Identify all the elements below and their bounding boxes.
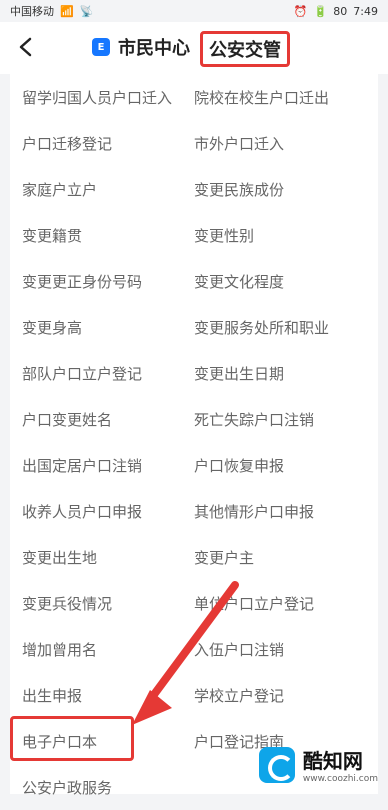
list-item[interactable]: 变更身高 xyxy=(10,304,194,350)
list-item[interactable]: 收养人员户口申报 xyxy=(10,488,194,534)
watermark-logo-icon xyxy=(259,747,295,783)
list-item[interactable]: 市外户口迁入 xyxy=(194,120,378,166)
list-item[interactable]: 变更兵役情况 xyxy=(10,580,194,626)
list-item[interactable]: 变更出生地 xyxy=(10,534,194,580)
list-item[interactable]: 院校在校生户口迁出 xyxy=(194,74,378,120)
title-wrap: E 市民中心 xyxy=(92,34,190,60)
list-item[interactable]: 增加曾用名 xyxy=(10,626,194,672)
form-icon: E xyxy=(92,38,110,56)
back-arrow-icon-svg xyxy=(18,37,32,57)
list-item[interactable]: 公安户政服务 xyxy=(10,764,194,810)
list-item[interactable]: 变更户主 xyxy=(194,534,378,580)
time-label: 7:49 xyxy=(353,5,378,18)
carrier-label: 中国移动 xyxy=(10,3,54,19)
status-left: 中国移动 📶 📡 xyxy=(10,3,93,19)
alarm-icon: ⏰ xyxy=(294,5,308,18)
list-item[interactable]: 变更性别 xyxy=(194,212,378,258)
list-item[interactable]: 户口恢复申报 xyxy=(194,442,378,488)
page-title: 市民中心 xyxy=(118,34,190,60)
list-item[interactable]: 死亡失踪户口注销 xyxy=(194,396,378,442)
back-arrow-icon[interactable] xyxy=(12,34,38,60)
signal-icon: 📶 xyxy=(60,5,74,18)
watermark-url: www.coozhi.com xyxy=(303,774,378,784)
list-item[interactable]: 学校立户登记 xyxy=(194,672,378,718)
list-item[interactable]: 入伍户口注销 xyxy=(194,626,378,672)
list-item[interactable]: 户口变更姓名 xyxy=(10,396,194,442)
list-item[interactable]: 出生申报 xyxy=(10,672,194,718)
list-item[interactable]: 变更文化程度 xyxy=(194,258,378,304)
list-item[interactable]: 变更籍贯 xyxy=(10,212,194,258)
list-item[interactable]: 家庭户立户 xyxy=(10,166,194,212)
battery-icon: 🔋 xyxy=(314,5,328,18)
watermark-name: 酷知网 xyxy=(303,745,378,774)
highlight-box xyxy=(10,716,134,761)
status-right: ⏰ 🔋 80 7:49 xyxy=(294,5,378,18)
battery-level: 80 xyxy=(333,5,347,18)
list-item[interactable]: 变更民族成份 xyxy=(194,166,378,212)
list-item[interactable]: 出国定居户口注销 xyxy=(10,442,194,488)
list-item[interactable]: 部队户口立户登记 xyxy=(10,350,194,396)
list-item[interactable]: 变更服务处所和职业 xyxy=(194,304,378,350)
list-item[interactable]: 变更出生日期 xyxy=(194,350,378,396)
list-item[interactable]: 单位户口立户登记 xyxy=(194,580,378,626)
app-header: E 市民中心 公安交管 xyxy=(0,22,388,74)
list-item[interactable]: 变更更正身份号码 xyxy=(10,258,194,304)
page-subtitle[interactable]: 公安交管 xyxy=(200,31,290,67)
wifi-icon: 📡 xyxy=(80,5,94,18)
list-item[interactable]: 其他情形户口申报 xyxy=(194,488,378,534)
watermark: 酷知网 www.coozhi.com xyxy=(259,745,378,784)
list-item[interactable]: 户口迁移登记 xyxy=(10,120,194,166)
service-list: 留学归国人员户口迁入院校在校生户口迁出户口迁移登记市外户口迁入家庭户立户变更民族… xyxy=(10,74,378,794)
status-bar: 中国移动 📶 📡 ⏰ 🔋 80 7:49 xyxy=(0,0,388,22)
service-grid: 留学归国人员户口迁入院校在校生户口迁出户口迁移登记市外户口迁入家庭户立户变更民族… xyxy=(10,74,378,810)
watermark-text: 酷知网 www.coozhi.com xyxy=(303,745,378,784)
list-item[interactable]: 留学归国人员户口迁入 xyxy=(10,74,194,120)
